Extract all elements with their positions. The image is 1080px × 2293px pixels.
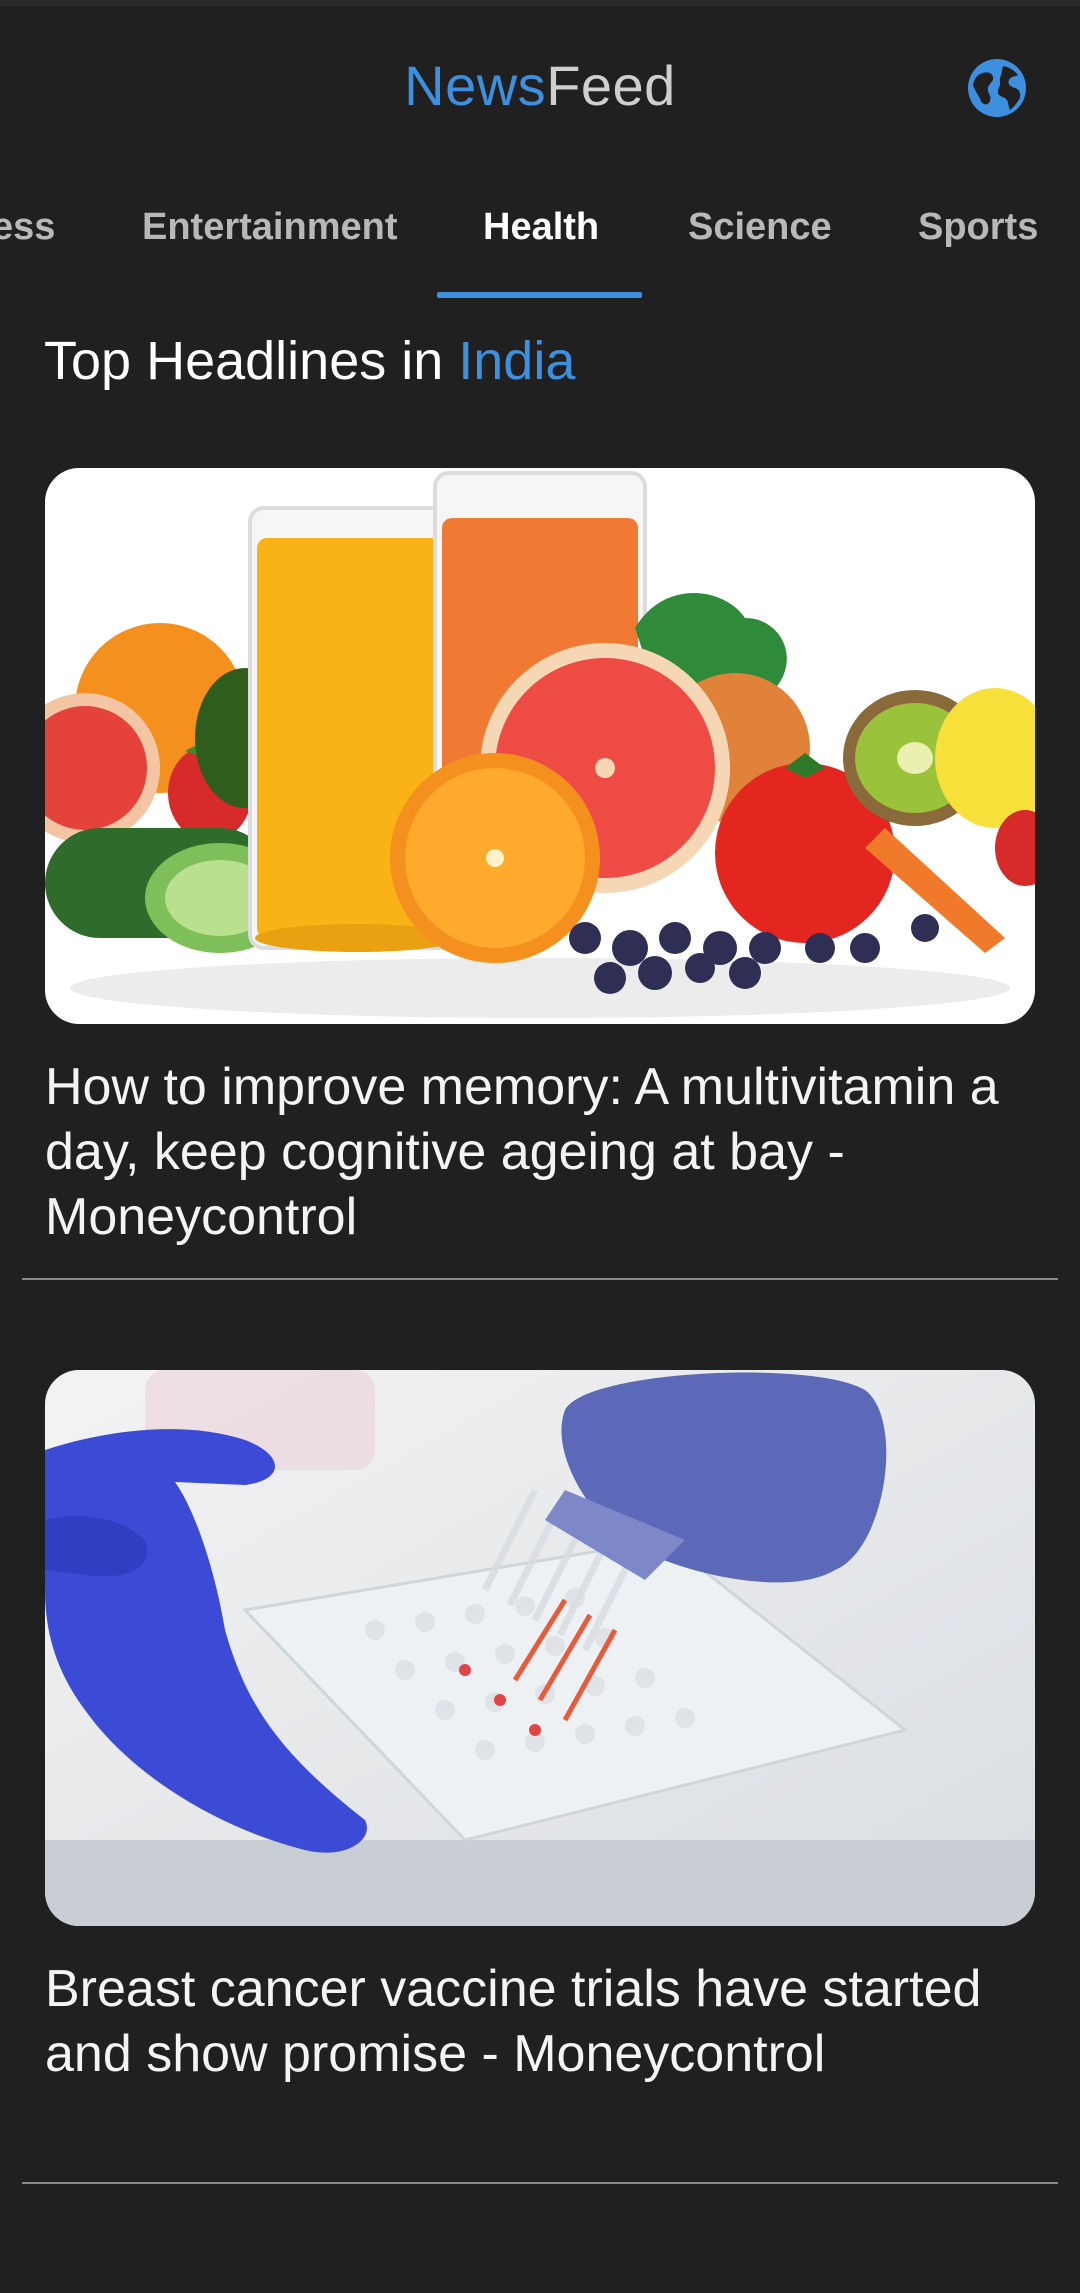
divider: [22, 2182, 1058, 2184]
tab-science[interactable]: Science: [688, 206, 832, 249]
globe-icon[interactable]: [966, 57, 1028, 119]
tab-business[interactable]: ess: [0, 206, 55, 249]
country-label[interactable]: India: [458, 331, 575, 391]
tab-sports[interactable]: Sports: [918, 206, 1038, 249]
app-bar: NewsFeed: [0, 6, 1080, 166]
tab-health[interactable]: Health: [483, 206, 599, 249]
lab-pipette-image[interactable]: [45, 1370, 1035, 1926]
section-title: Top Headlines in India: [44, 331, 576, 391]
category-tabs: ess Entertainment Health Science Sports: [0, 190, 1080, 300]
article-title[interactable]: How to improve memory: A multivitamin a …: [45, 1055, 1045, 1250]
article-title[interactable]: Breast cancer vaccine trials have starte…: [45, 1957, 1045, 2087]
tab-entertainment[interactable]: Entertainment: [142, 206, 397, 249]
divider: [22, 1278, 1058, 1280]
fruits-and-juice-image[interactable]: [45, 468, 1035, 1024]
app-title: NewsFeed: [404, 54, 676, 117]
active-tab-indicator: [437, 292, 642, 298]
